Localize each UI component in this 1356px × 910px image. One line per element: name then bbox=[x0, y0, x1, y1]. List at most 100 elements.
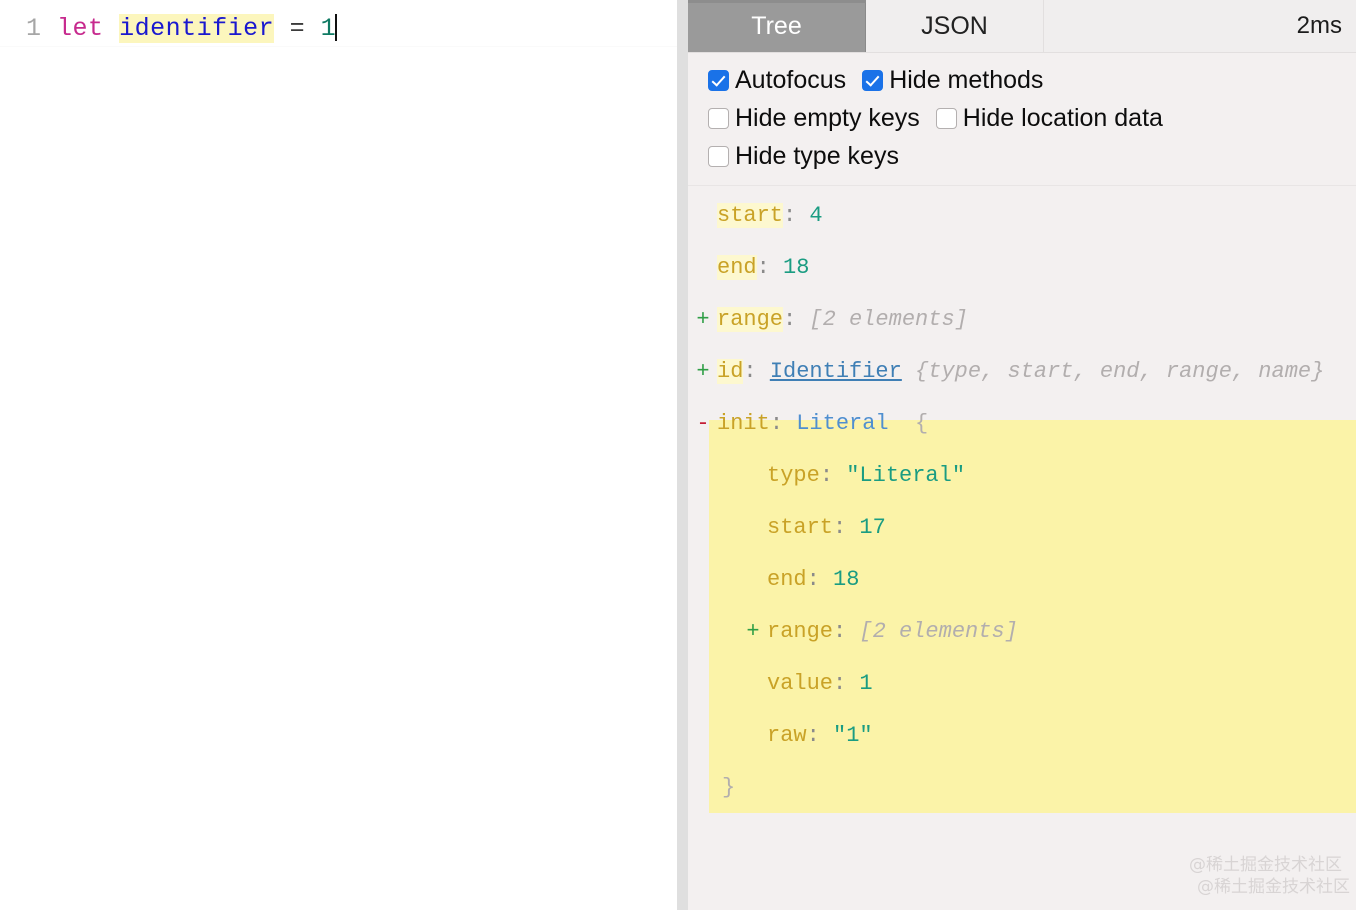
tree-node-init-close: } bbox=[688, 762, 1356, 814]
tree-value-type: "Literal" bbox=[846, 463, 966, 488]
expand-toggle-init-range[interactable]: + bbox=[744, 606, 762, 658]
tree-space bbox=[889, 411, 915, 436]
tree-colon: : bbox=[783, 203, 810, 228]
tree-value-value: 1 bbox=[859, 671, 873, 696]
active-line-underline bbox=[0, 46, 677, 47]
code-editor-pane[interactable]: 1 let identifier = 1 bbox=[0, 0, 677, 910]
tree-type-literal[interactable]: Literal bbox=[796, 411, 888, 436]
collapse-toggle-init[interactable]: - bbox=[694, 398, 712, 450]
ast-inspector-pane: Tree JSON 2ms Autofocus Hide methods Hid… bbox=[688, 0, 1356, 910]
option-hide-type-keys[interactable]: Hide type keys bbox=[708, 141, 899, 170]
tree-key-end: end bbox=[717, 255, 757, 280]
tree-node-range[interactable]: + range: [2 elements] bbox=[688, 294, 1356, 346]
watermark-line-1: @稀土掘金技术社区 bbox=[1189, 855, 1342, 875]
option-hide-location-data[interactable]: Hide location data bbox=[935, 103, 1163, 132]
tree-node-init-range[interactable]: + range: [2 elements] bbox=[688, 606, 1356, 658]
tree-value-range: [2 elements] bbox=[809, 307, 968, 332]
tree-node-id[interactable]: + id: Identifier {type, start, end, range… bbox=[688, 346, 1356, 398]
tree-open-brace: { bbox=[915, 411, 929, 436]
option-hide-type-keys-label: Hide type keys bbox=[735, 141, 899, 170]
options-row-3: Hide type keys bbox=[708, 137, 1356, 175]
token-number: 1 bbox=[320, 14, 337, 43]
tree-colon: : bbox=[833, 619, 860, 644]
tree-colon: : bbox=[806, 723, 834, 748]
tree-value-raw: "1" bbox=[833, 723, 873, 748]
tree-colon: : bbox=[783, 307, 810, 332]
tree-key-init: init bbox=[717, 411, 770, 436]
checkbox-hide-empty-keys[interactable] bbox=[708, 107, 729, 129]
checkbox-hide-type-keys[interactable] bbox=[708, 145, 729, 167]
tree-colon: : bbox=[743, 359, 770, 384]
token-keyword-let: let bbox=[57, 14, 104, 43]
checkbox-hide-location-data[interactable] bbox=[935, 107, 957, 129]
tree-colon: : bbox=[756, 255, 784, 280]
tree-type-identifier[interactable]: Identifier bbox=[770, 359, 902, 384]
checkbox-hide-methods[interactable] bbox=[862, 69, 884, 91]
tree-node-init[interactable]: - init: Literal { bbox=[688, 398, 1356, 450]
tree-key-id: id bbox=[717, 359, 744, 384]
watermark-line-2: @稀土掘金技术社区 bbox=[1197, 877, 1350, 897]
tab-json-label: JSON bbox=[921, 11, 988, 40]
tree-key-range: range bbox=[717, 307, 784, 332]
tree-colon: : bbox=[833, 671, 860, 696]
tree-key-start: start bbox=[717, 203, 784, 228]
parse-timing: 2ms bbox=[1296, 12, 1342, 39]
tree-value-end: 18 bbox=[783, 255, 810, 280]
inspector-options: Autofocus Hide methods Hide empty keys H… bbox=[688, 53, 1356, 186]
tab-json[interactable]: JSON bbox=[866, 0, 1044, 52]
tree-node-init-start[interactable]: start: 17 bbox=[688, 502, 1356, 554]
option-hide-empty-keys-label: Hide empty keys bbox=[735, 103, 920, 132]
token-identifier: identifier bbox=[119, 14, 275, 43]
option-autofocus-label: Autofocus bbox=[735, 65, 847, 94]
tree-colon: : bbox=[819, 463, 847, 488]
tree-key-value: value bbox=[767, 671, 834, 696]
tree-node-init-value[interactable]: value: 1 bbox=[688, 658, 1356, 710]
option-hide-location-data-label: Hide location data bbox=[962, 103, 1163, 132]
text-caret bbox=[335, 14, 338, 41]
app-root: 1 let identifier = 1 Tree JSON 2ms Autof… bbox=[0, 0, 1356, 910]
tree-key-type: type bbox=[767, 463, 820, 488]
option-hide-methods[interactable]: Hide methods bbox=[862, 65, 1044, 94]
option-hide-empty-keys[interactable]: Hide empty keys bbox=[708, 103, 920, 132]
tree-space bbox=[902, 359, 915, 384]
tab-tree[interactable]: Tree bbox=[688, 0, 866, 52]
ast-tree: start: 4 end: 18 + range: [2 elements] + i… bbox=[688, 186, 1356, 814]
option-autofocus[interactable]: Autofocus bbox=[708, 65, 847, 94]
tree-key-range: range bbox=[767, 619, 834, 644]
option-hide-methods-label: Hide methods bbox=[889, 65, 1044, 94]
code-line-1[interactable]: 1 let identifier = 1 bbox=[0, 12, 338, 46]
tree-value-end: 18 bbox=[833, 567, 860, 592]
tree-colon: : bbox=[769, 411, 797, 436]
tree-node-end[interactable]: end: 18 bbox=[688, 242, 1356, 294]
expand-toggle-id[interactable]: + bbox=[694, 346, 712, 398]
tree-key-end: end bbox=[767, 567, 807, 592]
tree-preview-id: {type, start, end, range, name} bbox=[915, 359, 1325, 384]
tab-tree-label: Tree bbox=[751, 11, 802, 40]
ast-tree-rows: start: 4 end: 18 + range: [2 elements] + i… bbox=[688, 190, 1356, 814]
tree-value-range: [2 elements] bbox=[859, 619, 1018, 644]
watermark: @稀土掘金技术社区 @稀土掘金技术社区 bbox=[1189, 854, 1350, 898]
expand-toggle-range[interactable]: + bbox=[694, 294, 712, 346]
tree-key-raw: raw bbox=[767, 723, 807, 748]
line-number: 1 bbox=[26, 14, 42, 43]
pane-divider[interactable] bbox=[677, 0, 688, 910]
tree-colon: : bbox=[806, 567, 834, 592]
tree-node-init-raw[interactable]: raw: "1" bbox=[688, 710, 1356, 762]
tree-close-brace: } bbox=[722, 775, 736, 800]
tree-node-init-end[interactable]: end: 18 bbox=[688, 554, 1356, 606]
tree-colon: : bbox=[833, 515, 860, 540]
tree-key-start: start bbox=[767, 515, 834, 540]
tree-node-init-type[interactable]: type: "Literal" bbox=[688, 450, 1356, 502]
token-operator-equals: = bbox=[289, 14, 306, 43]
tree-value-start: 17 bbox=[859, 515, 886, 540]
tree-value-start: 4 bbox=[809, 203, 823, 228]
options-row-2: Hide empty keys Hide location data bbox=[708, 99, 1356, 137]
tree-node-start[interactable]: start: 4 bbox=[688, 190, 1356, 242]
inspector-tabbar: Tree JSON 2ms bbox=[688, 0, 1356, 53]
checkbox-autofocus[interactable] bbox=[708, 69, 729, 91]
tabbar-spacer: 2ms bbox=[1044, 0, 1356, 52]
